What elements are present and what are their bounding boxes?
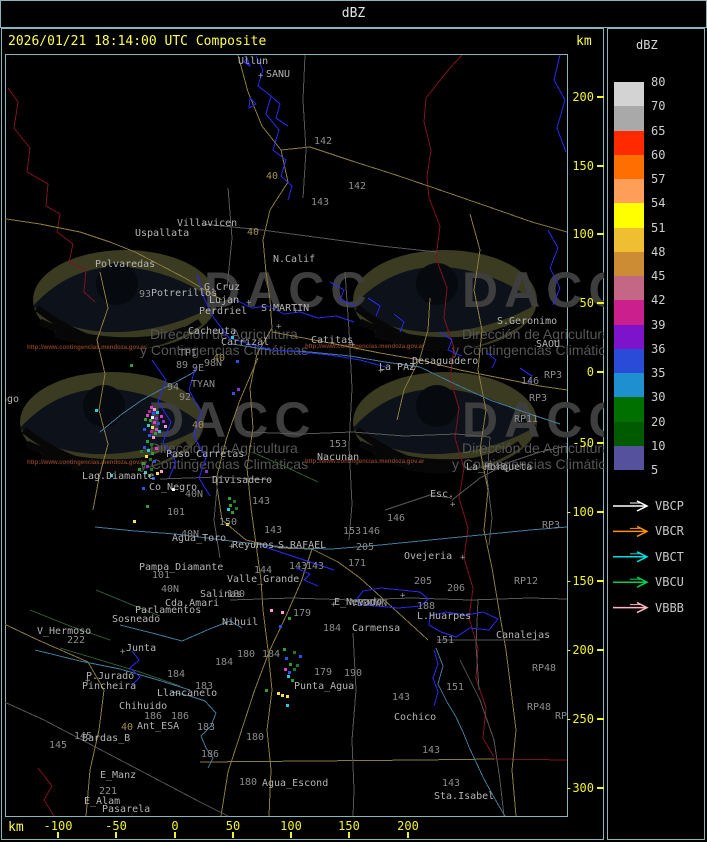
- y-tick-mark: [597, 787, 604, 789]
- x-tick-mark: [407, 832, 409, 838]
- colorbar-tick-label: 65: [651, 123, 666, 138]
- y-tick-label: -150: [565, 574, 594, 588]
- colorbar-band: [614, 348, 644, 373]
- x-tick-mark: [348, 832, 350, 838]
- colorbar-band: [614, 154, 644, 179]
- colorbar-band: [614, 421, 644, 446]
- colorbar-band: [614, 106, 644, 131]
- colorbar-tick-label: 10: [651, 438, 666, 453]
- x-tick-mark: [232, 832, 234, 838]
- y-tick-label: -50: [572, 436, 594, 450]
- colorbar-title: dBZ: [636, 38, 658, 52]
- colorbar-band: [614, 203, 644, 228]
- colorbar-tick-label: 30: [651, 390, 666, 405]
- colorbar-tick-label: 80: [651, 75, 666, 89]
- y-tick-mark: [597, 233, 604, 235]
- colorbar-band: [614, 227, 644, 252]
- y-tick-mark: [597, 718, 604, 720]
- title-bar: dBZ: [0, 0, 707, 28]
- colorbar-tick-label: 48: [651, 244, 666, 259]
- colorbar-band: [614, 445, 644, 470]
- colorbar-tick-label: 51: [651, 220, 666, 235]
- y-tick-mark: [597, 511, 604, 513]
- x-tick-label: 50: [225, 819, 241, 833]
- colorbar-tick-label: 57: [651, 172, 666, 186]
- colorbar-tick-label: 54: [651, 196, 666, 211]
- colorbar-band: [614, 324, 644, 349]
- x-tick-label: 100: [280, 819, 302, 833]
- y-tick-label: 150: [572, 159, 594, 173]
- timestamp: 2026/01/21 18:14:00 UTC Composite: [8, 34, 267, 49]
- y-tick-label: -200: [565, 643, 594, 657]
- x-tick-mark: [174, 832, 176, 838]
- y-axis-unit: km: [576, 34, 592, 49]
- colorbar-tick-label: 5: [651, 463, 659, 477]
- x-tick-label: 0: [171, 819, 179, 833]
- colorbar-band: [614, 373, 644, 398]
- y-tick-label: 0: [586, 365, 594, 379]
- y-tick-mark: [597, 580, 604, 582]
- colorbar-tick-label: 42: [651, 293, 666, 308]
- y-tick-mark: [597, 165, 604, 167]
- vector-legend-label: VBCT: [655, 549, 684, 564]
- x-tick-label: -100: [43, 819, 73, 833]
- y-tick-mark: [597, 442, 604, 444]
- colorbar-band: [614, 82, 644, 107]
- colorbar-tick-label: 39: [651, 317, 666, 332]
- y-tick-label: -100: [565, 505, 594, 519]
- colorbar-tick-label: 70: [651, 99, 666, 114]
- x-tick-label: 150: [338, 819, 360, 833]
- colorbar-band: [614, 300, 644, 325]
- y-tick-mark: [597, 302, 604, 304]
- page-title: dBZ: [341, 6, 366, 21]
- colorbar-tick-label: 36: [651, 341, 666, 356]
- colorbar-band: [614, 251, 644, 276]
- x-tick-label: 200: [397, 819, 419, 833]
- x-axis-unit: km: [8, 820, 24, 835]
- colorbar-band: [614, 179, 644, 204]
- colorbar-band: [614, 130, 644, 155]
- y-tick-label: 50: [579, 296, 594, 310]
- x-tick-label: -50: [105, 819, 127, 833]
- vector-legend-label: VBCP: [655, 499, 684, 513]
- colorbar-tick-label: 60: [651, 147, 666, 162]
- colorbar-tick-label: 20: [651, 414, 666, 429]
- x-tick-mark: [115, 832, 117, 838]
- colorbar-band: [614, 397, 644, 422]
- x-tick-mark: [57, 832, 59, 838]
- map-viewport: [5, 54, 568, 817]
- colorbar-tick-label: 45: [651, 269, 666, 283]
- vector-legend-label: VBCU: [655, 575, 684, 590]
- x-tick-mark: [290, 832, 292, 838]
- y-tick-label: 100: [572, 227, 594, 241]
- y-tick-mark: [597, 649, 604, 651]
- y-tick-label: 200: [572, 90, 594, 104]
- y-tick-mark: [597, 371, 604, 373]
- colorbar-tick-label: 35: [651, 366, 666, 380]
- y-tick-label: -250: [565, 712, 594, 726]
- vector-legend-label: VBCR: [655, 524, 684, 539]
- y-tick-mark: [597, 96, 604, 98]
- vector-legend-label: VBBB: [655, 600, 684, 615]
- y-tick-label: -300: [565, 781, 594, 795]
- colorbar-band: [614, 276, 644, 301]
